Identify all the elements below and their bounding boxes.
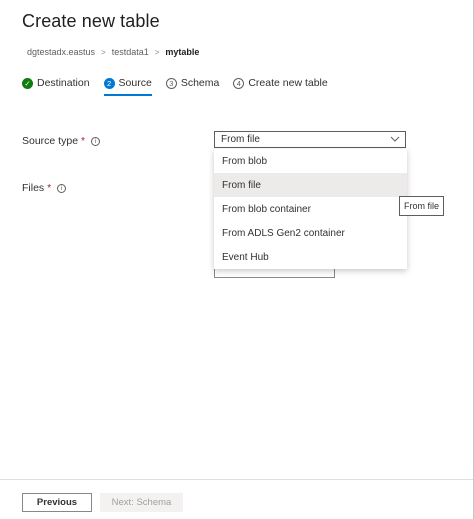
source-type-value: From file bbox=[221, 134, 260, 145]
source-type-select[interactable]: From file bbox=[214, 131, 406, 148]
info-icon[interactable]: i bbox=[91, 136, 101, 146]
option-event-hub[interactable]: Event Hub bbox=[214, 245, 407, 269]
next-schema-button[interactable]: Next: Schema bbox=[100, 493, 183, 512]
chevron-down-icon bbox=[390, 134, 400, 146]
option-from-blob-container[interactable]: From blob container bbox=[214, 197, 407, 221]
required-marker: * bbox=[81, 135, 86, 147]
page-title: Create new table bbox=[22, 11, 160, 31]
files-label-text: Files bbox=[22, 182, 45, 194]
step-label: Destination bbox=[37, 77, 90, 89]
footer-divider bbox=[0, 479, 473, 480]
option-from-adls-gen2-container[interactable]: From ADLS Gen2 container bbox=[214, 221, 407, 245]
source-type-label: Source type * i bbox=[22, 135, 101, 147]
required-marker: * bbox=[47, 182, 52, 194]
step-label: Schema bbox=[180, 77, 220, 89]
source-type-label-text: Source type bbox=[22, 135, 79, 147]
step-number-icon: 2 bbox=[103, 77, 115, 89]
source-type-dropdown-list: From blob From file From blob container … bbox=[214, 149, 407, 269]
breadcrumb-cluster[interactable]: dgtestadx.eastus bbox=[27, 47, 95, 57]
previous-button[interactable]: Previous bbox=[22, 493, 92, 512]
option-from-blob[interactable]: From blob bbox=[214, 149, 407, 173]
step-create-new-table[interactable]: 4 Create new table bbox=[233, 74, 328, 92]
chevron-right-icon: > bbox=[154, 47, 160, 57]
step-number-icon: 4 bbox=[233, 77, 245, 89]
step-source[interactable]: 2 Source bbox=[103, 74, 153, 96]
step-destination[interactable]: ✓ Destination bbox=[22, 74, 90, 92]
checkmark-icon: ✓ bbox=[22, 77, 33, 89]
tooltip: From file bbox=[399, 196, 445, 216]
step-label: Source bbox=[118, 77, 152, 89]
step-schema[interactable]: 3 Schema bbox=[165, 74, 220, 92]
chevron-right-icon: > bbox=[101, 47, 106, 57]
info-icon[interactable]: i bbox=[57, 183, 67, 193]
step-label: Create new table bbox=[248, 77, 328, 89]
breadcrumb-table: mytable bbox=[165, 47, 200, 57]
option-from-file[interactable]: From file bbox=[214, 173, 407, 197]
breadcrumb-database[interactable]: testdata1 bbox=[112, 47, 149, 57]
wizard-steps: ✓ Destination 2 Source 3 Schema 4 Create… bbox=[22, 74, 342, 96]
files-label: Files * i bbox=[22, 182, 67, 194]
breadcrumb: dgtestadx.eastus > testdata1 > mytable bbox=[27, 47, 199, 57]
step-number-icon: 3 bbox=[165, 77, 177, 89]
